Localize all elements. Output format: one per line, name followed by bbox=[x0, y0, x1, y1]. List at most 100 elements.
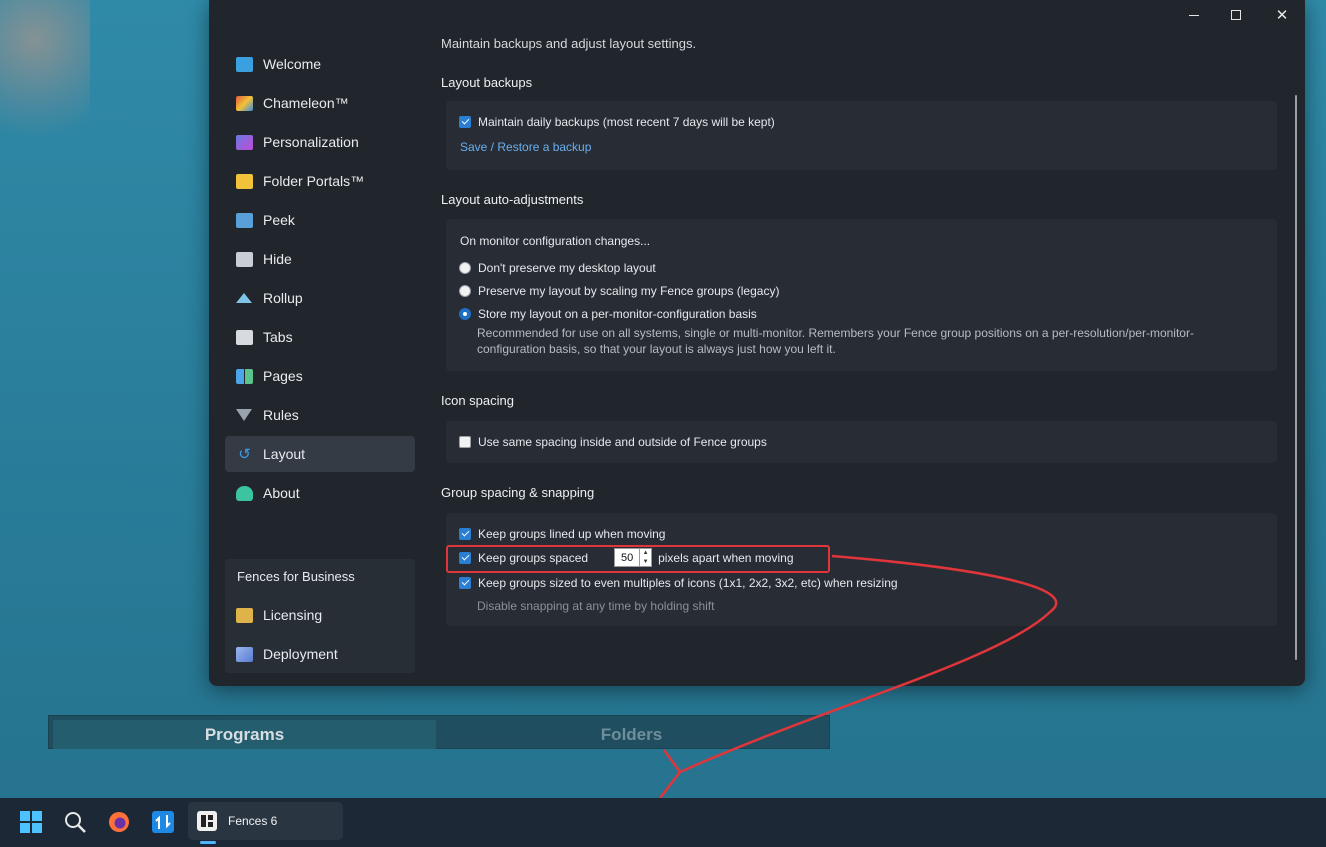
sidebar-item-personalization[interactable]: Personalization bbox=[225, 124, 415, 160]
search-button[interactable] bbox=[60, 807, 90, 837]
sidebar-item-hide[interactable]: Hide bbox=[225, 241, 415, 277]
checkbox-checked-icon bbox=[459, 528, 471, 540]
sidebar-item-pages[interactable]: Pages bbox=[225, 358, 415, 394]
app-icon bbox=[152, 811, 174, 833]
same-spacing-label: Use same spacing inside and outside of F… bbox=[478, 435, 767, 449]
checkbox-checked-icon bbox=[459, 116, 471, 128]
icon-spacing-panel: Use same spacing inside and outside of F… bbox=[446, 421, 1277, 463]
sidebar-item-label: Licensing bbox=[263, 607, 323, 623]
sidebar-item-rollup[interactable]: Rollup bbox=[225, 280, 415, 316]
sidebar-item-folder-portals[interactable]: Folder Portals™ bbox=[225, 163, 415, 199]
monitor-icon bbox=[236, 56, 253, 72]
page-description: Maintain backups and adjust layout setti… bbox=[441, 36, 697, 51]
annotation-highlight-box bbox=[446, 545, 830, 573]
sidebar-item-label: Deployment bbox=[263, 646, 338, 662]
fence-tab-programs[interactable]: Programs bbox=[53, 720, 436, 749]
daily-backups-label: Maintain daily backups (most recent 7 da… bbox=[478, 115, 775, 129]
sidebar-item-layout[interactable]: ↺ Layout bbox=[225, 436, 415, 472]
sidebar-item-welcome[interactable]: Welcome bbox=[225, 46, 415, 82]
sidebar-item-about[interactable]: About bbox=[225, 475, 415, 511]
close-button[interactable]: ✕ bbox=[1259, 0, 1305, 30]
section-title-layout-backups: Layout backups bbox=[441, 75, 533, 90]
checkbox-unchecked-icon bbox=[459, 436, 471, 448]
backups-panel: Maintain daily backups (most recent 7 da… bbox=[446, 101, 1277, 170]
minimize-icon bbox=[1189, 14, 1199, 16]
sidebar-item-label: Rules bbox=[263, 407, 299, 423]
sidebar-item-label: Tabs bbox=[263, 329, 293, 345]
personalization-icon bbox=[236, 134, 253, 150]
sidebar-item-label: About bbox=[263, 485, 300, 501]
sidebar-item-label: Personalization bbox=[263, 134, 359, 150]
option-label: Preserve my layout by scaling my Fence g… bbox=[478, 284, 780, 298]
tabs-icon bbox=[236, 329, 253, 345]
per-monitor-description-line1: Recommended for use on all systems, sing… bbox=[477, 326, 1194, 340]
layout-icon: ↺ bbox=[238, 445, 251, 463]
keep-lined-up-label: Keep groups lined up when moving bbox=[478, 527, 666, 541]
pages-icon bbox=[236, 368, 253, 384]
snapping-hint: Disable snapping at any time by holding … bbox=[477, 599, 715, 613]
same-spacing-checkbox[interactable]: Use same spacing inside and outside of F… bbox=[459, 435, 767, 449]
desktop-wallpaper-blur bbox=[0, 0, 90, 150]
firefox-icon bbox=[109, 812, 129, 832]
business-panel: Fences for Business Licensing Deployment bbox=[225, 559, 415, 673]
sidebar-item-label: Hide bbox=[263, 251, 292, 267]
sidebar-item-deployment[interactable]: Deployment bbox=[225, 636, 415, 672]
per-monitor-description-line2: configuration basis, so that your layout… bbox=[477, 342, 836, 356]
daily-backups-checkbox[interactable]: Maintain daily backups (most recent 7 da… bbox=[459, 115, 775, 129]
keep-sized-checkbox[interactable]: Keep groups sized to even multiples of i… bbox=[459, 576, 898, 590]
search-icon bbox=[65, 812, 86, 833]
sidebar-item-chameleon[interactable]: Chameleon™ bbox=[225, 85, 415, 121]
section-title-icon-spacing: Icon spacing bbox=[441, 393, 514, 408]
taskbar: Fences 6 bbox=[0, 798, 1326, 847]
hide-icon bbox=[236, 251, 253, 267]
sidebar-item-label: Peek bbox=[263, 212, 295, 228]
vertical-scrollbar[interactable] bbox=[1295, 95, 1297, 660]
option-label: Store my layout on a per-monitor-configu… bbox=[478, 307, 757, 321]
option-per-monitor-radio[interactable]: Store my layout on a per-monitor-configu… bbox=[459, 307, 757, 321]
save-restore-backup-link[interactable]: Save / Restore a backup bbox=[460, 140, 591, 154]
minimize-button[interactable] bbox=[1171, 0, 1217, 30]
active-app-indicator bbox=[200, 841, 216, 844]
option-scaling-radio[interactable]: Preserve my layout by scaling my Fence g… bbox=[459, 284, 779, 298]
sidebar-item-label: Welcome bbox=[263, 56, 322, 72]
sidebar-item-tabs[interactable]: Tabs bbox=[225, 319, 415, 355]
funnel-icon bbox=[236, 409, 252, 421]
monitor-changes-prompt: On monitor configuration changes... bbox=[460, 234, 651, 248]
start-button[interactable] bbox=[16, 807, 46, 837]
radio-selected-icon bbox=[459, 308, 471, 320]
option-label: Don't preserve my desktop layout bbox=[478, 261, 656, 275]
maximize-button[interactable] bbox=[1213, 0, 1259, 30]
keep-lined-up-checkbox[interactable]: Keep groups lined up when moving bbox=[459, 527, 665, 541]
peek-icon bbox=[236, 212, 253, 228]
sidebar-item-label: Folder Portals™ bbox=[263, 173, 365, 189]
sidebar-item-label: Chameleon™ bbox=[263, 95, 349, 111]
sidebar-item-label: Layout bbox=[263, 446, 306, 462]
firefox-button[interactable] bbox=[104, 807, 134, 837]
taskbar-fences-app[interactable]: Fences 6 bbox=[188, 802, 343, 840]
chameleon-icon bbox=[236, 95, 253, 111]
fences-icon bbox=[197, 811, 217, 831]
section-title-group-spacing: Group spacing & snapping bbox=[441, 485, 595, 500]
windows-start-icon bbox=[20, 811, 42, 833]
cube-icon bbox=[236, 646, 253, 662]
sidebar-item-label: Rollup bbox=[263, 290, 303, 306]
rollup-icon bbox=[236, 293, 252, 303]
checkbox-checked-icon bbox=[459, 577, 471, 589]
licensing-icon bbox=[236, 607, 253, 623]
sidebar-item-licensing[interactable]: Licensing bbox=[225, 597, 415, 633]
fences-settings-window: ✕ Welcome Chameleon™ Personalization Fol… bbox=[209, 0, 1305, 686]
fence-group: Programs Folders bbox=[48, 715, 830, 749]
taskbar-app-label: Fences 6 bbox=[228, 814, 278, 828]
pinned-app-button[interactable] bbox=[148, 807, 178, 837]
user-icon bbox=[236, 485, 253, 501]
radio-unselected-icon bbox=[459, 285, 471, 297]
close-icon: ✕ bbox=[1275, 7, 1289, 24]
option-dont-preserve-radio[interactable]: Don't preserve my desktop layout bbox=[459, 261, 656, 275]
folder-icon bbox=[236, 173, 253, 189]
sidebar-item-rules[interactable]: Rules bbox=[225, 397, 415, 433]
keep-sized-label: Keep groups sized to even multiples of i… bbox=[478, 576, 898, 590]
sidebar-item-peek[interactable]: Peek bbox=[225, 202, 415, 238]
sidebar-item-label: Pages bbox=[263, 368, 303, 384]
fence-tab-folders[interactable]: Folders bbox=[436, 720, 827, 749]
auto-adjust-panel: On monitor configuration changes... Don'… bbox=[446, 219, 1277, 371]
